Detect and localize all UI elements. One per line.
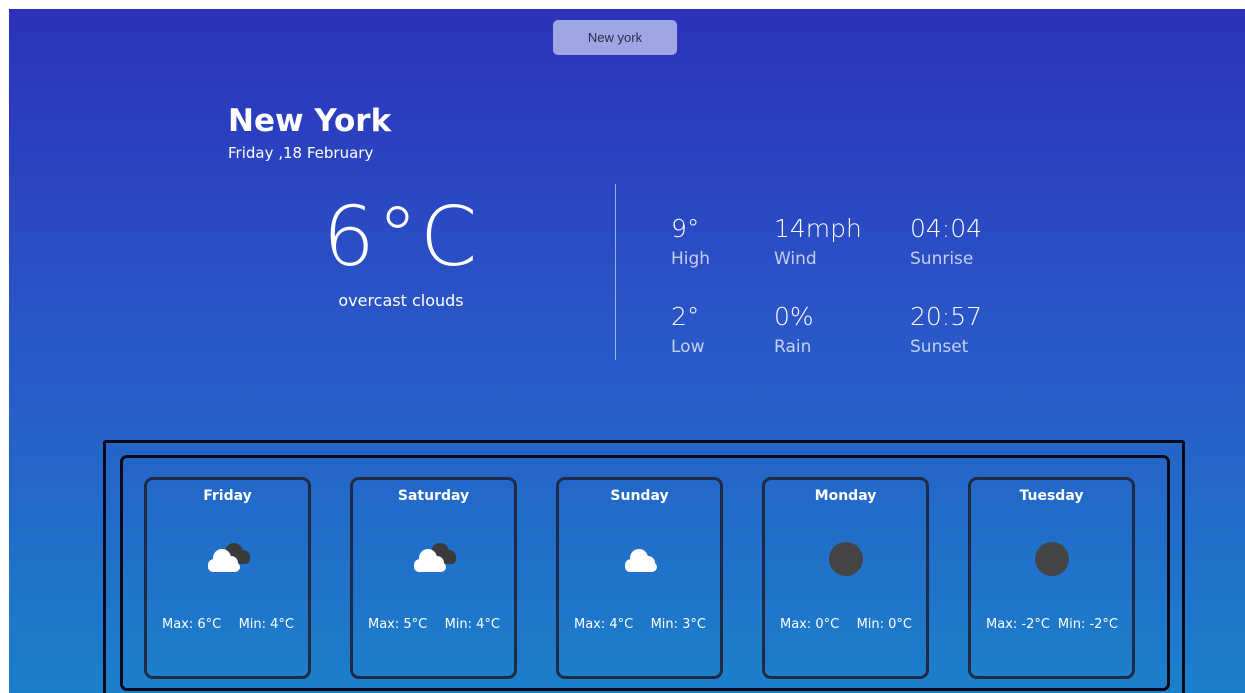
forecast-max: Max: 5°C	[368, 617, 428, 632]
current-temperature: 6°C	[322, 190, 480, 285]
stat-wind-value: 14mph	[774, 214, 862, 243]
city-search-input[interactable]	[553, 20, 677, 55]
stat-rain-label: Rain	[774, 337, 812, 357]
forecast-list: Friday Max: 6°C Min: 4°C Saturday Max: 5…	[120, 455, 1170, 691]
forecast-minmax: Max: 4°C Min: 3°C	[559, 617, 720, 632]
forecast-card-tuesday: Tuesday Max: -2°C Min: -2°C	[968, 477, 1135, 679]
cloud-icon	[624, 549, 657, 572]
stat-sunset-value: 20:57	[910, 302, 983, 331]
forecast-day: Monday	[814, 488, 877, 504]
forecast-card-saturday: Saturday Max: 5°C Min: 4°C	[350, 477, 517, 679]
weather-app: New York Friday ,18 February 6°C overcas…	[9, 9, 1245, 693]
forecast-max: Max: 6°C	[162, 617, 222, 632]
forecast-card-monday: Monday Max: 0°C Min: 0°C	[762, 477, 929, 679]
city-name: New York	[228, 103, 392, 139]
forecast-minmax: Max: 6°C Min: 4°C	[147, 617, 308, 632]
forecast-min: Min: 0°C	[856, 617, 912, 632]
forecast-minmax: Max: 5°C Min: 4°C	[353, 617, 514, 632]
forecast-minmax: Max: 0°C Min: 0°C	[765, 617, 926, 632]
stat-rain-value: 0%	[774, 302, 814, 331]
current-date: Friday ,18 February	[228, 144, 374, 162]
stat-wind-label: Wind	[774, 249, 817, 269]
forecast-max: Max: 0°C	[780, 617, 840, 632]
forecast-max: Max: -2°C	[986, 617, 1050, 632]
stat-low-label: Low	[671, 337, 705, 357]
stat-sunrise-value: 04:04	[910, 214, 983, 243]
forecast-min: Min: -2°C	[1057, 617, 1118, 632]
dark-circle-icon	[1034, 542, 1069, 576]
forecast-card-sunday: Sunday Max: 4°C Min: 3°C	[556, 477, 723, 679]
stat-low-value: 2°	[671, 302, 700, 331]
stat-wind: 14mph Wind	[774, 216, 862, 269]
stat-sunrise-label: Sunrise	[910, 249, 974, 269]
stat-rain: 0% Rain	[774, 304, 814, 357]
stat-sunrise: 04:04 Sunrise	[910, 216, 982, 269]
weather-description: overcast clouds	[338, 291, 464, 310]
forecast-min: Min: 3°C	[650, 617, 706, 632]
forecast-card-friday: Friday Max: 6°C Min: 4°C	[144, 477, 311, 679]
forecast-max: Max: 4°C	[574, 617, 634, 632]
forecast-day: Friday	[203, 488, 252, 504]
forecast-minmax: Max: -2°C Min: -2°C	[971, 617, 1132, 632]
dark-circle-icon	[828, 542, 863, 576]
stat-sunset: 20:57 Sunset	[910, 304, 982, 357]
forecast-day: Tuesday	[1019, 488, 1084, 504]
stat-low: 2° Low	[671, 304, 704, 357]
stats-divider	[615, 184, 616, 360]
stat-high: 9° High	[671, 216, 710, 269]
stat-high-value: 9°	[671, 214, 700, 243]
broken-clouds-icon	[413, 543, 456, 572]
forecast-panel: Friday Max: 6°C Min: 4°C Saturday Max: 5…	[103, 440, 1185, 693]
forecast-min: Min: 4°C	[444, 617, 500, 632]
broken-clouds-icon	[207, 543, 250, 572]
stat-high-label: High	[671, 249, 711, 269]
forecast-day: Sunday	[610, 488, 669, 504]
stat-sunset-label: Sunset	[910, 337, 969, 357]
forecast-day: Saturday	[397, 488, 470, 504]
forecast-min: Min: 4°C	[238, 617, 294, 632]
